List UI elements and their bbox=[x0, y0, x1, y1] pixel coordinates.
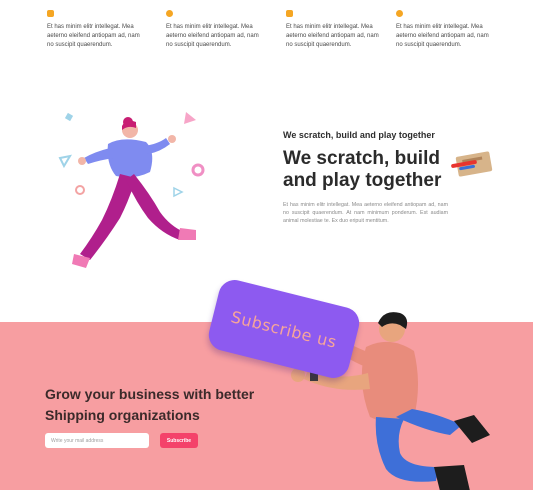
feature-item: Et has minim elitr intellegat. Mea aeter… bbox=[286, 10, 386, 50]
running-person-illustration bbox=[58, 112, 205, 268]
feature-text: Et has minim elitr intellegat. Mea aeter… bbox=[396, 24, 489, 48]
hero-paragraph: Et has minim elitr intellegat. Mea aeter… bbox=[283, 202, 448, 224]
hero-headline: We scratch, build and play together bbox=[283, 148, 442, 191]
circle-icon bbox=[396, 10, 403, 17]
feature-item: Et has minim elitr intellegat. Mea aeter… bbox=[47, 10, 147, 50]
feature-item: Et has minim elitr intellegat. Mea aeter… bbox=[166, 10, 266, 50]
footer-strip bbox=[0, 490, 533, 503]
feature-item: Et has minim elitr intellegat. Mea aeter… bbox=[396, 10, 496, 50]
feature-text: Et has minim elitr intellegat. Mea aeter… bbox=[166, 24, 259, 48]
square-icon bbox=[47, 10, 54, 17]
box-icon bbox=[286, 10, 293, 17]
features-row: Et has minim elitr intellegat. Mea aeter… bbox=[0, 0, 533, 60]
hero-text-block: We scratch, build and play together We s… bbox=[283, 130, 448, 225]
email-input[interactable] bbox=[45, 433, 149, 448]
feature-text: Et has minim elitr intellegat. Mea aeter… bbox=[47, 24, 140, 48]
notepad-pencil-illustration bbox=[451, 151, 493, 177]
feature-text: Et has minim elitr intellegat. Mea aeter… bbox=[286, 24, 379, 48]
hero-section: We scratch, build and play together We s… bbox=[0, 60, 533, 322]
circle-icon bbox=[166, 10, 173, 17]
sign-text: Subscribe us bbox=[229, 306, 339, 352]
hero-eyebrow: We scratch, build and play together bbox=[283, 130, 435, 140]
subscribe-button[interactable]: Subscribe bbox=[160, 433, 198, 448]
